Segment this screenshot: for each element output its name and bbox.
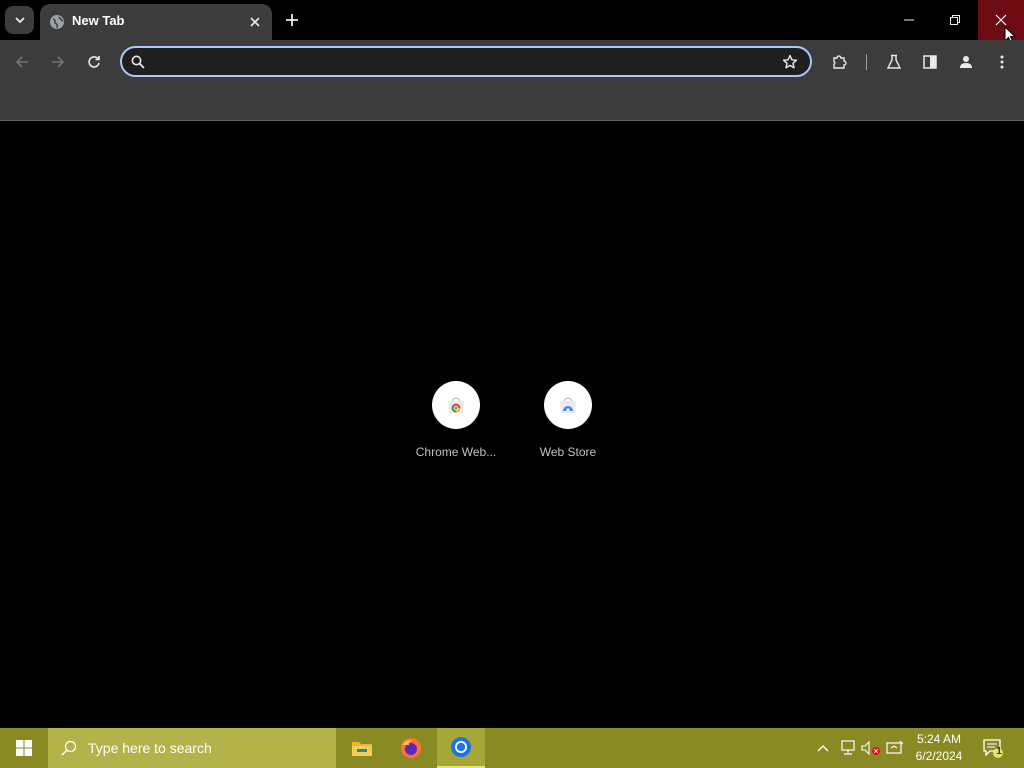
- side-panel-icon: [923, 55, 937, 69]
- bookmarks-bar: [0, 84, 1024, 121]
- chevron-down-icon: [14, 17, 25, 24]
- menu-button[interactable]: [988, 48, 1016, 76]
- minimize-icon: [904, 19, 914, 21]
- taskbar-app-file-explorer[interactable]: [338, 728, 386, 768]
- taskbar-search-box[interactable]: Type here to search: [48, 728, 336, 768]
- file-explorer-icon: [352, 742, 372, 756]
- tab-title: New Tab: [72, 13, 125, 28]
- plus-icon: [286, 14, 298, 26]
- toolbar-divider: [866, 54, 867, 70]
- window-close-button[interactable]: [978, 0, 1024, 40]
- chrome-web-store-icon: [448, 397, 464, 413]
- globe-icon: [49, 14, 65, 30]
- tray-volume-button[interactable]: [860, 738, 882, 758]
- forward-button[interactable]: [44, 48, 72, 76]
- kebab-menu-icon: [1000, 55, 1004, 69]
- web-store-icon: [560, 397, 576, 413]
- taskbar-app-chrome[interactable]: [437, 728, 485, 768]
- back-button[interactable]: [8, 48, 36, 76]
- close-icon: [250, 17, 260, 27]
- start-button[interactable]: [0, 728, 48, 768]
- clock-date: 6/2/2024: [915, 749, 963, 763]
- minimize-button[interactable]: [886, 0, 932, 40]
- shortcut-icon-circle: [544, 381, 592, 429]
- side-panel-button[interactable]: [916, 48, 944, 76]
- puzzle-icon: [833, 55, 847, 69]
- chrome-icon: [451, 737, 471, 757]
- reload-icon: [88, 56, 100, 68]
- address-input[interactable]: [152, 52, 756, 74]
- new-tab-page: Chrome Web... Web Store: [0, 121, 1024, 728]
- reload-button[interactable]: [80, 48, 108, 76]
- shortcut-tile[interactable]: Web Store: [518, 381, 618, 481]
- profile-button[interactable]: [952, 48, 980, 76]
- display-icon: [886, 740, 904, 754]
- tray-overflow-button[interactable]: [814, 738, 832, 758]
- tray-network-button[interactable]: [838, 738, 858, 758]
- chevron-up-icon: [817, 745, 829, 752]
- tab-strip: New Tab: [0, 0, 1024, 44]
- arrow-left-icon: [15, 56, 28, 68]
- shortcut-icon-circle: [432, 381, 480, 429]
- address-bar[interactable]: [120, 46, 812, 77]
- action-center-button[interactable]: 1: [978, 734, 1008, 762]
- toolbar: [0, 40, 1024, 84]
- chrome-labs-button[interactable]: [880, 48, 908, 76]
- tab-close-button[interactable]: [245, 12, 265, 32]
- firefox-icon: [401, 738, 421, 758]
- network-icon: [841, 740, 855, 755]
- notification-count-badge: 1: [996, 746, 1002, 757]
- shortcut-tile[interactable]: Chrome Web...: [406, 381, 506, 481]
- windows-logo-icon: [16, 740, 32, 756]
- restore-button[interactable]: [932, 0, 978, 40]
- taskbar-clock[interactable]: 5:24 AM 6/2/2024: [912, 731, 966, 765]
- star-icon: [782, 54, 798, 69]
- tab-new-tab[interactable]: New Tab: [40, 4, 272, 40]
- bookmark-star-button[interactable]: [778, 50, 802, 74]
- restore-icon: [950, 15, 960, 25]
- taskbar-app-firefox[interactable]: [387, 728, 435, 768]
- taskbar-search-placeholder: Type here to search: [88, 740, 212, 756]
- clock-time: 5:24 AM: [916, 732, 962, 746]
- new-tab-button[interactable]: [280, 8, 304, 32]
- tray-display-button[interactable]: [884, 738, 906, 758]
- close-icon: [995, 14, 1007, 26]
- volume-muted-icon: [861, 740, 880, 756]
- tab-search-button[interactable]: [5, 6, 34, 34]
- taskbar: Type here to search 5:24 AM 6/2/2024 1: [0, 728, 1024, 768]
- flask-icon: [886, 54, 902, 69]
- search-icon: [130, 54, 146, 70]
- arrow-right-icon: [52, 56, 65, 68]
- person-icon: [960, 56, 972, 68]
- shortcut-label: Web Store: [539, 445, 597, 459]
- extensions-button[interactable]: [826, 48, 854, 76]
- shortcut-label: Chrome Web...: [415, 445, 497, 459]
- search-icon: [60, 739, 78, 757]
